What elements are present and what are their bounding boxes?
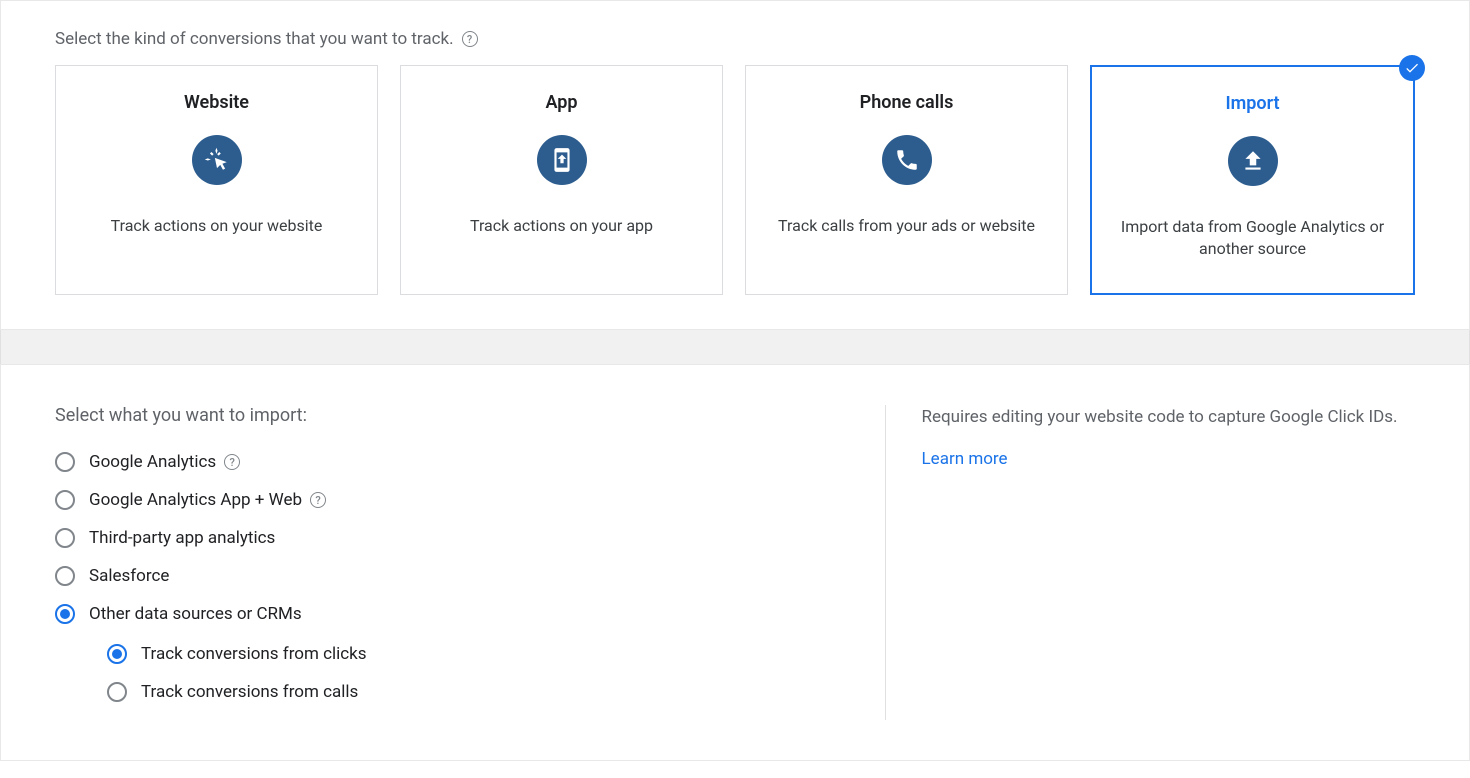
card-website-title: Website [184, 92, 249, 113]
radio-icon [55, 604, 75, 624]
radio-icon [55, 452, 75, 472]
help-icon[interactable]: ? [224, 454, 240, 470]
conversion-cards: Website Track actions on your website Ap… [55, 65, 1415, 295]
check-icon [1399, 55, 1425, 81]
card-app[interactable]: App Track actions on your app [400, 65, 723, 295]
option-salesforce[interactable]: Salesforce [55, 566, 845, 586]
card-phone-title: Phone calls [860, 92, 954, 113]
info-text: Requires editing your website code to ca… [922, 405, 1415, 431]
card-import-title: Import [1225, 93, 1279, 114]
help-icon[interactable]: ? [310, 492, 326, 508]
radio-icon [55, 528, 75, 548]
phone-app-icon [537, 135, 587, 185]
import-options-left: Select what you want to import: Google A… [55, 405, 885, 720]
suboption-clicks[interactable]: Track conversions from clicks [107, 644, 845, 664]
option-google-analytics[interactable]: Google Analytics ? [55, 452, 845, 472]
panel2-title: Select what you want to import: [55, 405, 845, 426]
option-label: Salesforce [89, 566, 169, 586]
help-icon[interactable]: ? [462, 31, 478, 47]
card-website-desc: Track actions on your website [111, 215, 323, 237]
card-app-desc: Track actions on your app [470, 215, 653, 237]
suboption-label: Track conversions from clicks [141, 644, 367, 664]
conversion-setup-container: Select the kind of conversions that you … [0, 0, 1470, 778]
suboption-calls[interactable]: Track conversions from calls [107, 682, 845, 702]
phone-call-icon [882, 135, 932, 185]
panel1-title-row: Select the kind of conversions that you … [55, 29, 1415, 49]
radio-icon [55, 566, 75, 586]
option-label: Google Analytics App + Web ? [89, 490, 326, 510]
option-label: Third-party app analytics [89, 528, 275, 548]
option-label: Google Analytics ? [89, 452, 240, 472]
option-third-party[interactable]: Third-party app analytics [55, 528, 845, 548]
option-other-sources[interactable]: Other data sources or CRMs [55, 604, 845, 624]
panel1-title: Select the kind of conversions that you … [55, 29, 454, 49]
radio-icon [55, 490, 75, 510]
card-phone-desc: Track calls from your ads or website [778, 215, 1035, 237]
upload-icon [1228, 136, 1278, 186]
import-options-panel: Select what you want to import: Google A… [0, 364, 1470, 761]
card-app-title: App [545, 92, 577, 113]
card-website[interactable]: Website Track actions on your website [55, 65, 378, 295]
import-info-right: Requires editing your website code to ca… [885, 405, 1415, 720]
conversion-type-panel: Select the kind of conversions that you … [0, 0, 1470, 330]
suboption-label: Track conversions from calls [141, 682, 358, 702]
panel-gap [0, 330, 1470, 364]
card-import[interactable]: Import Import data from Google Analytics… [1090, 65, 1415, 295]
option-google-analytics-app-web[interactable]: Google Analytics App + Web ? [55, 490, 845, 510]
radio-icon [107, 682, 127, 702]
learn-more-link[interactable]: Learn more [922, 449, 1415, 469]
card-import-desc: Import data from Google Analytics or ano… [1112, 216, 1393, 261]
sub-options: Track conversions from clicks Track conv… [107, 644, 845, 702]
card-phone-calls[interactable]: Phone calls Track calls from your ads or… [745, 65, 1068, 295]
radio-icon [107, 644, 127, 664]
option-label: Other data sources or CRMs [89, 604, 302, 624]
click-icon [192, 135, 242, 185]
